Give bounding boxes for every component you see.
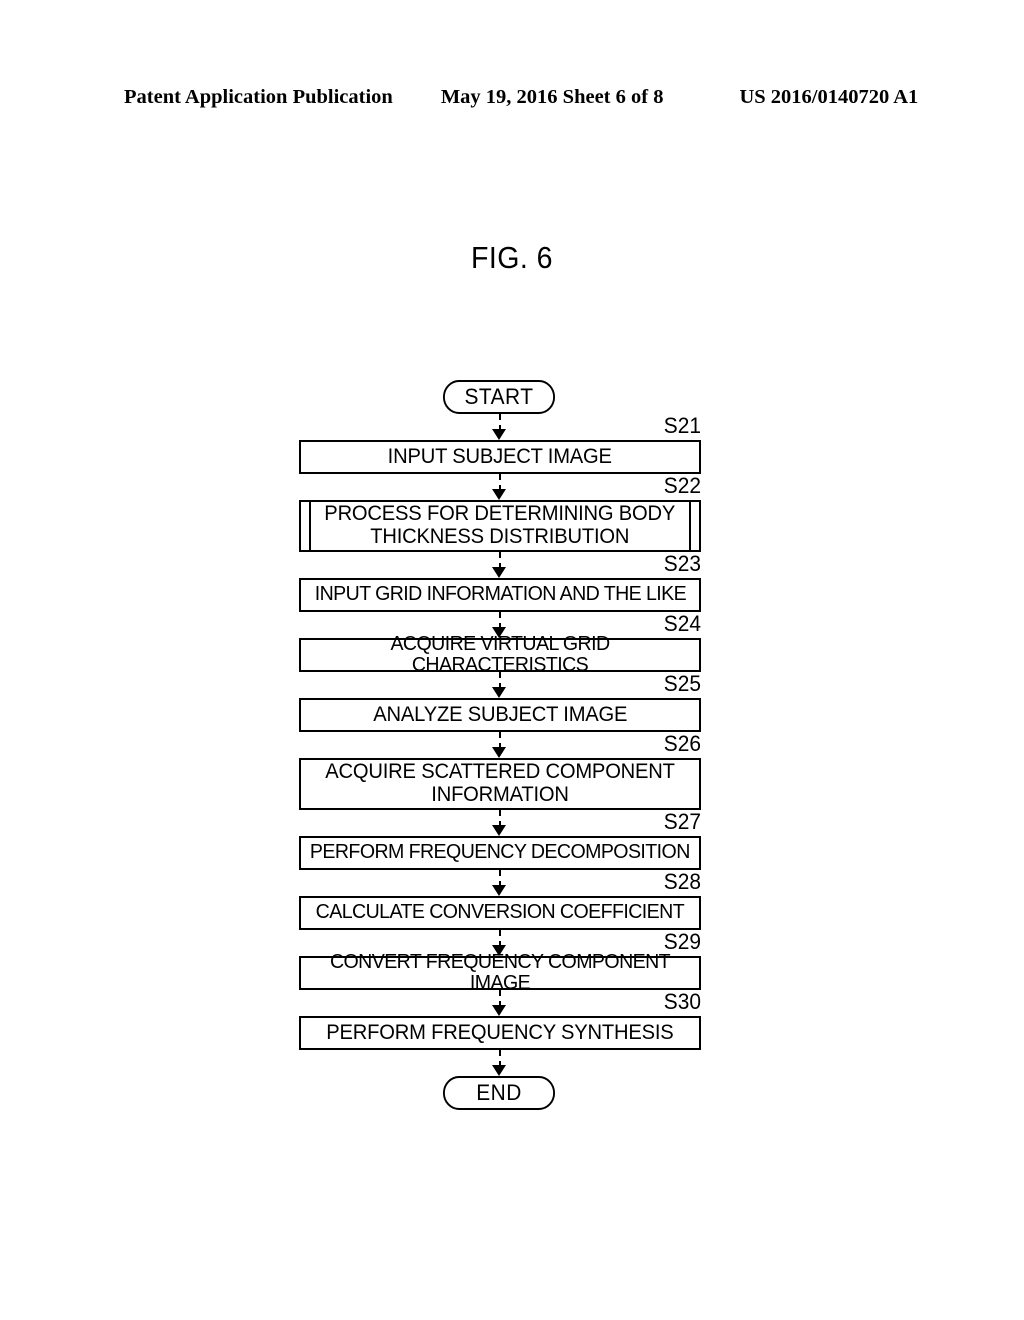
process-box-s29: CONVERT FREQUENCY COMPONENT IMAGE [299, 951, 701, 994]
process-box-s30: PERFORM FREQUENCY SYNTHESIS [299, 1016, 701, 1050]
flow-arrowhead [492, 747, 506, 758]
process-box-label: PERFORM FREQUENCY DECOMPOSITION [310, 841, 690, 864]
process-box-label: INPUT GRID INFORMATION AND THE LIKE [314, 583, 686, 606]
process-box-label: CALCULATE CONVERSION COEFFICIENT [315, 901, 685, 924]
flow-arrowhead [492, 429, 506, 440]
process-box-label: PERFORM FREQUENCY SYNTHESIS [326, 1021, 674, 1045]
process-box-label: INPUT SUBJECT IMAGE [387, 445, 613, 469]
step-number-s30: S30 [663, 989, 701, 1014]
process-box-label: ANALYZE SUBJECT IMAGE [372, 703, 628, 727]
process-box-label: PROCESS FOR DETERMINING BODY THICKNESS D… [324, 502, 676, 548]
end-label: END [476, 1080, 522, 1105]
process-box-s25: ANALYZE SUBJECT IMAGE [299, 698, 701, 732]
step-number-s25: S25 [663, 671, 701, 696]
process-box-s24: ACQUIRE VIRTUAL GRID CHARACTERISTICS [299, 633, 701, 676]
flow-arrowhead [492, 687, 506, 698]
flow-arrowhead [492, 1005, 506, 1016]
step-number-s26: S26 [663, 731, 701, 756]
process-box-s21: INPUT SUBJECT IMAGE [299, 440, 701, 474]
start-label: START [464, 384, 534, 409]
process-box-s26: ACQUIRE SCATTERED COMPONENT INFORMATION [299, 758, 701, 810]
step-number-s22: S22 [663, 473, 701, 498]
flowchart-diagram: START S21 INPUT SUBJECT IMAGE S22 PROCESS FO… [0, 0, 1024, 1320]
process-box-label: ACQUIRE SCATTERED COMPONENT INFORMATION [325, 760, 675, 806]
process-box-label: CONVERT FREQUENCY COMPONENT IMAGE [329, 950, 671, 994]
process-box-label: ACQUIRE VIRTUAL GRID CHARACTERISTICS [390, 632, 610, 676]
step-number-s27: S27 [663, 809, 701, 834]
flow-arrowhead [492, 1065, 506, 1076]
step-number-s21: S21 [663, 413, 701, 438]
process-box-s28: CALCULATE CONVERSION COEFFICIENT [299, 896, 701, 930]
process-box-s27: PERFORM FREQUENCY DECOMPOSITION [299, 836, 701, 870]
flow-arrowhead [492, 567, 506, 578]
step-number-s23: S23 [663, 551, 701, 576]
process-box-s22: PROCESS FOR DETERMINING BODY THICKNESS D… [299, 500, 701, 552]
flow-arrowhead [492, 885, 506, 896]
end-terminator: END [442, 1076, 556, 1110]
start-terminator: START [442, 380, 556, 414]
flow-arrowhead [492, 825, 506, 836]
flow-arrowhead [492, 489, 506, 500]
step-number-s28: S28 [663, 869, 701, 894]
process-box-s23: INPUT GRID INFORMATION AND THE LIKE [299, 578, 701, 612]
